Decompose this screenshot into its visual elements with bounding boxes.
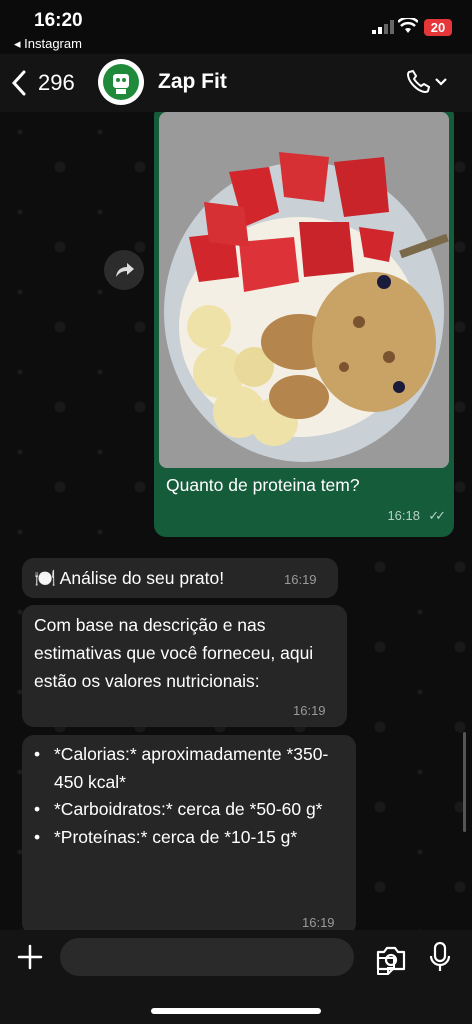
message-timestamp: 16:18	[387, 508, 420, 523]
double-check-icon: ✓✓	[428, 508, 446, 523]
scrollbar[interactable]	[463, 732, 466, 832]
food-photo-image	[159, 112, 449, 468]
message-timestamp: 16:19	[284, 572, 317, 587]
forward-icon	[116, 263, 134, 277]
incoming-message[interactable]: Com base na descrição e nas estimativas …	[22, 605, 347, 727]
back-to-app-link[interactable]: ◂ Instagram	[14, 36, 82, 52]
list-item: *Calorias:* aproximadamente *350-450 kca…	[34, 741, 352, 796]
camera-icon[interactable]	[375, 944, 407, 972]
nutrition-list: *Calorias:* aproximadamente *350-450 kca…	[34, 741, 352, 851]
chat-header: 296 Zap Fit	[0, 54, 472, 112]
battery-indicator: 20	[424, 19, 452, 36]
incoming-message[interactable]: 🍽️ Análise do seu prato! 16:19	[22, 558, 338, 598]
message-input-bar	[0, 930, 472, 1024]
list-item: *Carboidratos:* cerca de *50-60 g*	[34, 796, 352, 824]
message-text: 🍽️ Análise do seu prato!	[34, 568, 225, 588]
status-time: 16:20	[34, 10, 83, 31]
chevron-left-icon[interactable]	[10, 70, 28, 96]
wifi-icon	[398, 18, 418, 33]
mic-icon[interactable]	[428, 941, 452, 973]
message-timestamp: 16:19	[293, 703, 326, 718]
message-timestamp: 16:19	[302, 915, 335, 930]
list-item: *Proteínas:* cerca de *10-15 g*	[34, 824, 352, 852]
robot-icon	[113, 74, 129, 94]
outgoing-message[interactable]: Quanto de proteina tem? 16:18 ✓✓	[154, 112, 454, 537]
chat-area[interactable]: Quanto de proteina tem? 16:18 ✓✓ 🍽️ Anál…	[0, 112, 472, 930]
message-input[interactable]	[60, 938, 395, 976]
avatar[interactable]	[98, 59, 144, 105]
contact-name[interactable]: Zap Fit	[158, 70, 227, 94]
plus-icon[interactable]	[16, 943, 44, 971]
food-photo[interactable]	[159, 112, 449, 468]
outgoing-message-text: Quanto de proteina tem?	[166, 475, 360, 495]
incoming-message[interactable]: *Calorias:* aproximadamente *350-450 kca…	[22, 735, 356, 930]
phone-icon[interactable]	[404, 68, 450, 96]
home-indicator	[151, 1008, 321, 1014]
status-bar: 16:20 ◂ Instagram 20	[0, 0, 472, 54]
signal-icon	[372, 20, 394, 34]
unread-count[interactable]: 296	[38, 70, 75, 96]
message-text: Com base na descrição e nas estimativas …	[34, 615, 314, 691]
avatar-logo	[103, 64, 139, 100]
forward-button[interactable]	[104, 250, 144, 290]
